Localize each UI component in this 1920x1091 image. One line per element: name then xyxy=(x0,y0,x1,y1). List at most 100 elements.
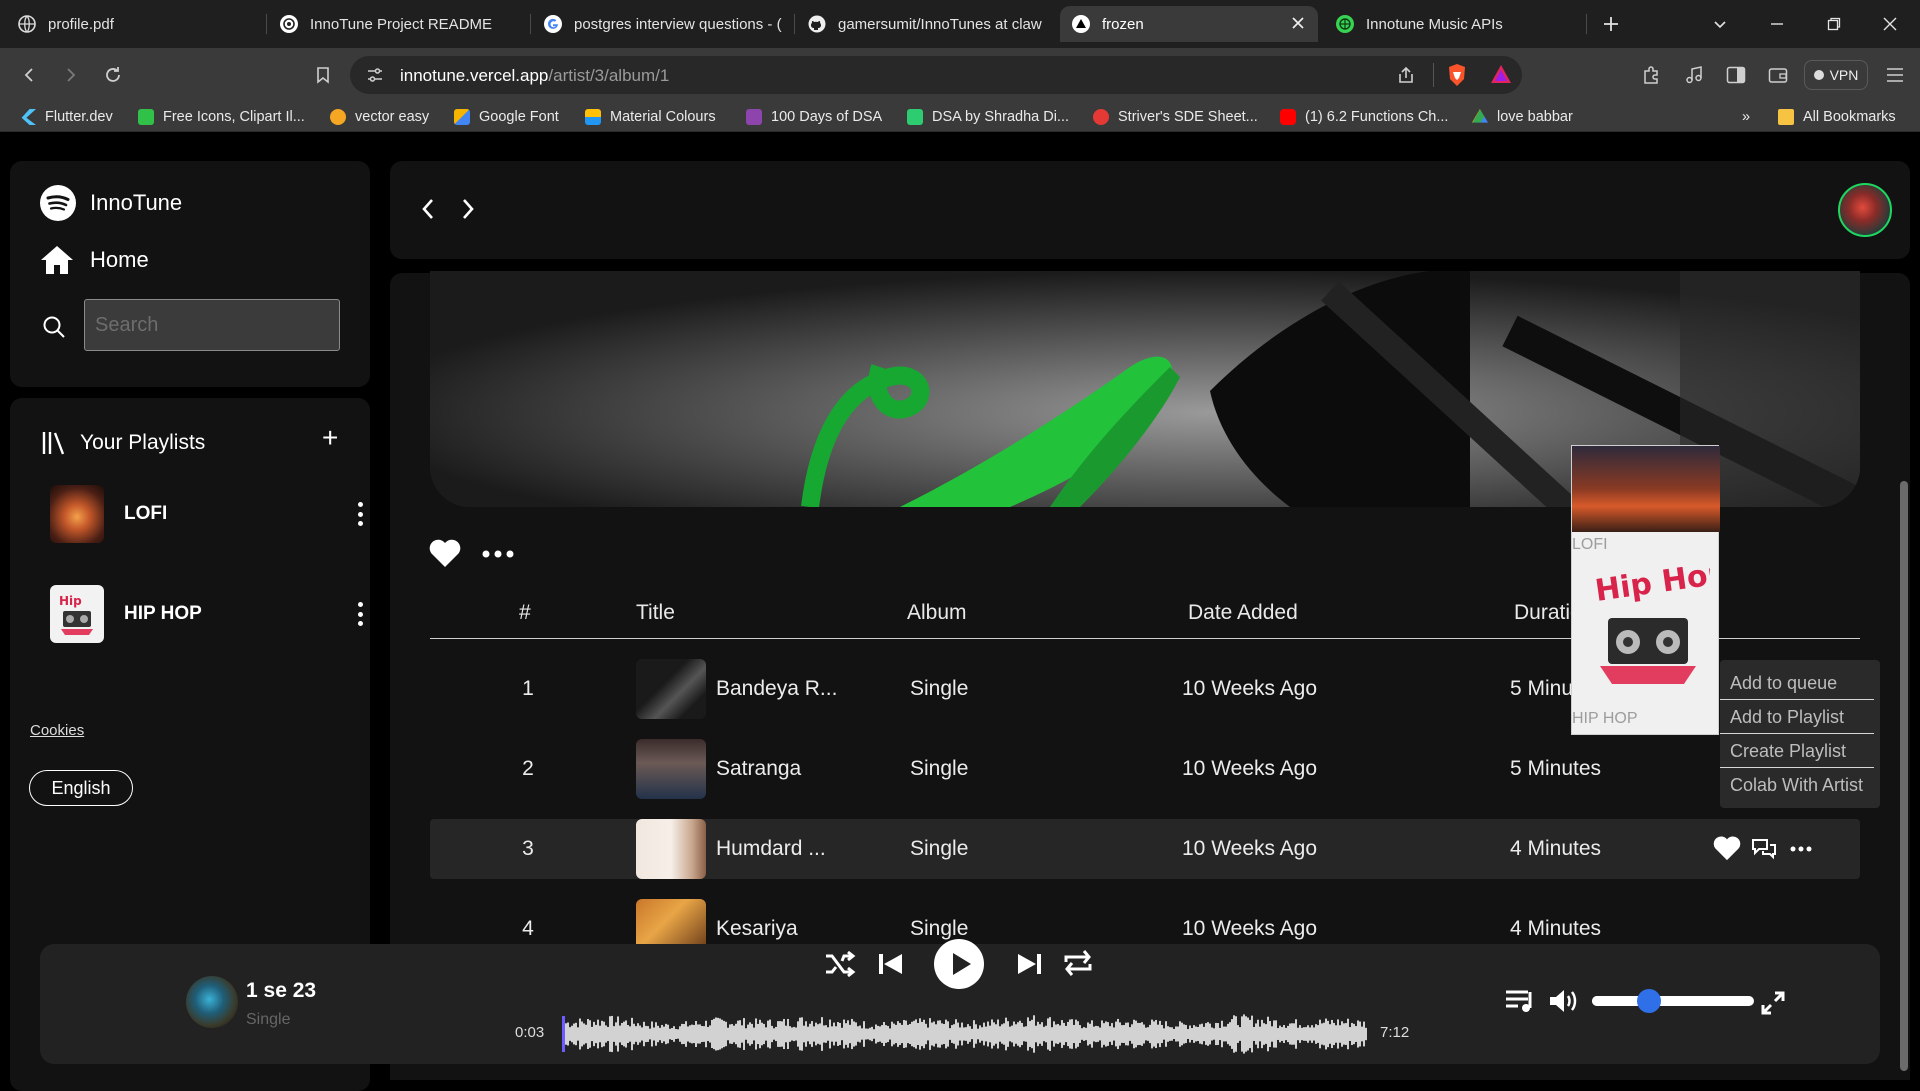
playlist-options-icon[interactable] xyxy=(350,602,370,626)
brave-shields-icon[interactable] xyxy=(1446,63,1468,87)
menu-item-create-playlist[interactable]: Create Playlist xyxy=(1720,734,1874,768)
bookmarks-bar: Flutter.dev Free Icons, Clipart Il... ve… xyxy=(0,102,1920,132)
add-playlist-button[interactable]: + xyxy=(322,422,338,454)
album-more-options-icon[interactable] xyxy=(482,550,514,558)
table-row[interactable]: 3 Humdard ... Single 10 Weeks Ago 4 Minu… xyxy=(430,819,1860,879)
bookmark-100-days-dsa[interactable]: 100 Days of DSA xyxy=(746,107,882,127)
shuffle-icon[interactable] xyxy=(824,950,856,978)
wallet-icon[interactable] xyxy=(1763,60,1793,90)
cookies-link[interactable]: Cookies xyxy=(30,722,84,739)
bookmark-google-font[interactable]: Google Font xyxy=(454,107,559,127)
bookmark-page-icon[interactable] xyxy=(308,60,338,90)
minimize-icon[interactable] xyxy=(1763,10,1791,38)
language-button[interactable]: English xyxy=(29,770,133,806)
search-input[interactable] xyxy=(84,299,340,351)
brand-name: InnoTune xyxy=(90,190,183,215)
user-avatar[interactable] xyxy=(1838,183,1892,237)
volume-slider[interactable] xyxy=(1592,989,1754,1013)
track-title: Bandeya R... xyxy=(716,677,838,700)
nav-back-icon[interactable] xyxy=(420,197,436,221)
fullscreen-icon[interactable] xyxy=(1760,990,1786,1016)
sidebar-toggle-icon[interactable] xyxy=(1721,60,1751,90)
tab-github-innotunes[interactable]: gamersumit/InnoTunes at claw xyxy=(796,6,1058,42)
current-time: 0:03 xyxy=(515,1024,545,1041)
drive-icon xyxy=(1472,109,1488,123)
track-album: Single xyxy=(910,917,969,940)
playlist-item-hip-hop[interactable]: Hip HIP HOP xyxy=(50,584,370,644)
nav-home[interactable]: Home xyxy=(40,245,149,275)
comments-icon[interactable] xyxy=(1750,837,1778,861)
new-tab-icon[interactable] xyxy=(1597,10,1625,38)
play-button[interactable] xyxy=(934,939,984,989)
site-settings-icon[interactable] xyxy=(366,66,384,84)
menu-item-add-to-playlist[interactable]: Add to Playlist xyxy=(1720,700,1874,734)
queue-icon[interactable] xyxy=(1504,988,1536,1014)
playlist-item-lofi[interactable]: LOFI xyxy=(50,484,370,544)
tab-profile-pdf[interactable]: profile.pdf xyxy=(6,6,262,42)
track-album: Single xyxy=(910,837,969,860)
url-text: innotune.vercel.app/artist/3/album/1 xyxy=(400,66,670,85)
volume-icon[interactable] xyxy=(1548,988,1578,1014)
home-icon xyxy=(40,245,74,275)
column-header-date-added: Date Added xyxy=(1188,601,1298,624)
media-icon[interactable] xyxy=(1679,60,1709,90)
track-title: Kesariya xyxy=(716,917,798,940)
previous-track-icon[interactable] xyxy=(878,952,904,976)
vpn-button[interactable]: VPN xyxy=(1804,60,1868,90)
menu-item-add-to-queue[interactable]: Add to queue xyxy=(1720,666,1874,700)
close-window-icon[interactable] xyxy=(1876,10,1904,38)
vpn-status-icon xyxy=(1813,70,1824,80)
tab-frozen[interactable]: frozen xyxy=(1060,6,1318,42)
bookmark-functions-video[interactable]: (1) 6.2 Functions Ch... xyxy=(1280,107,1448,127)
hip-hop-cover: Hip Hop xyxy=(1586,562,1710,692)
brand-row[interactable]: InnoTune xyxy=(40,185,182,221)
brave-rewards-icon[interactable] xyxy=(1490,64,1512,84)
preview-label-hip-hop: HIP HOP xyxy=(1572,710,1638,727)
bookmark-material-colours[interactable]: Material Colours xyxy=(585,107,716,127)
extensions-icon[interactable] xyxy=(1637,60,1667,90)
playlist-options-icon[interactable] xyxy=(350,502,370,526)
reload-icon[interactable] xyxy=(98,60,128,90)
bookmarks-overflow[interactable]: » xyxy=(1742,107,1750,127)
menu-item-colab-with-artist[interactable]: Colab With Artist xyxy=(1720,768,1874,802)
vercel-icon xyxy=(1072,15,1090,33)
openai-icon xyxy=(280,15,298,33)
folder-icon xyxy=(1778,109,1794,125)
bookmark-vector-easy[interactable]: vector easy xyxy=(330,107,429,127)
share-icon[interactable] xyxy=(1396,65,1416,85)
menu-icon[interactable] xyxy=(1880,60,1910,90)
tab-search-chevron-icon[interactable] xyxy=(1706,10,1734,38)
repeat-icon[interactable] xyxy=(1062,948,1094,978)
bookmark-love-babbar[interactable]: love babbar xyxy=(1472,107,1573,127)
bookmark-flutter[interactable]: Flutter.dev xyxy=(20,107,113,127)
table-row[interactable]: 2 Satranga Single 10 Weeks Ago 5 Minutes xyxy=(430,739,1860,799)
like-track-heart-icon[interactable] xyxy=(1712,835,1742,861)
all-bookmarks[interactable]: All Bookmarks xyxy=(1778,107,1896,127)
bookmark-striver-sheet[interactable]: Striver's SDE Sheet... xyxy=(1093,107,1258,127)
tab-title: postgres interview questions - ( xyxy=(574,15,782,33)
postman-globe-icon xyxy=(1336,15,1354,33)
nav-forward-icon[interactable] xyxy=(460,197,476,221)
waveform-seekbar[interactable] xyxy=(562,1012,1372,1056)
playlist-drag-preview[interactable]: LOFI Hip Hop HIP HOP xyxy=(1571,445,1720,735)
tab-innotune-readme[interactable]: InnoTune Project README xyxy=(268,6,524,42)
now-playing-artwork xyxy=(186,976,238,1028)
address-bar[interactable]: innotune.vercel.app/artist/3/album/1 xyxy=(350,56,1522,94)
track-more-options-icon[interactable] xyxy=(1790,846,1812,852)
freepik-icon xyxy=(138,109,154,125)
like-album-heart-icon[interactable] xyxy=(428,538,462,568)
tab-innotune-apis[interactable]: Innotune Music APIs xyxy=(1324,6,1580,42)
main-scrollbar[interactable] xyxy=(1900,481,1908,1071)
track-number: 2 xyxy=(522,757,534,780)
forward-icon[interactable] xyxy=(56,60,86,90)
bookmark-free-icons[interactable]: Free Icons, Clipart Il... xyxy=(138,107,305,127)
tab-postgres-questions[interactable]: postgres interview questions - ( xyxy=(532,6,788,42)
volume-knob[interactable] xyxy=(1636,989,1661,1013)
restore-icon[interactable] xyxy=(1820,10,1848,38)
back-icon[interactable] xyxy=(14,60,44,90)
track-duration: 4 Minutes xyxy=(1510,917,1602,940)
bookmark-dsa-shradha[interactable]: DSA by Shradha Di... xyxy=(907,107,1069,127)
track-title: Humdard ... xyxy=(716,837,826,860)
next-track-icon[interactable] xyxy=(1016,952,1042,976)
close-tab-icon[interactable] xyxy=(1290,15,1306,31)
